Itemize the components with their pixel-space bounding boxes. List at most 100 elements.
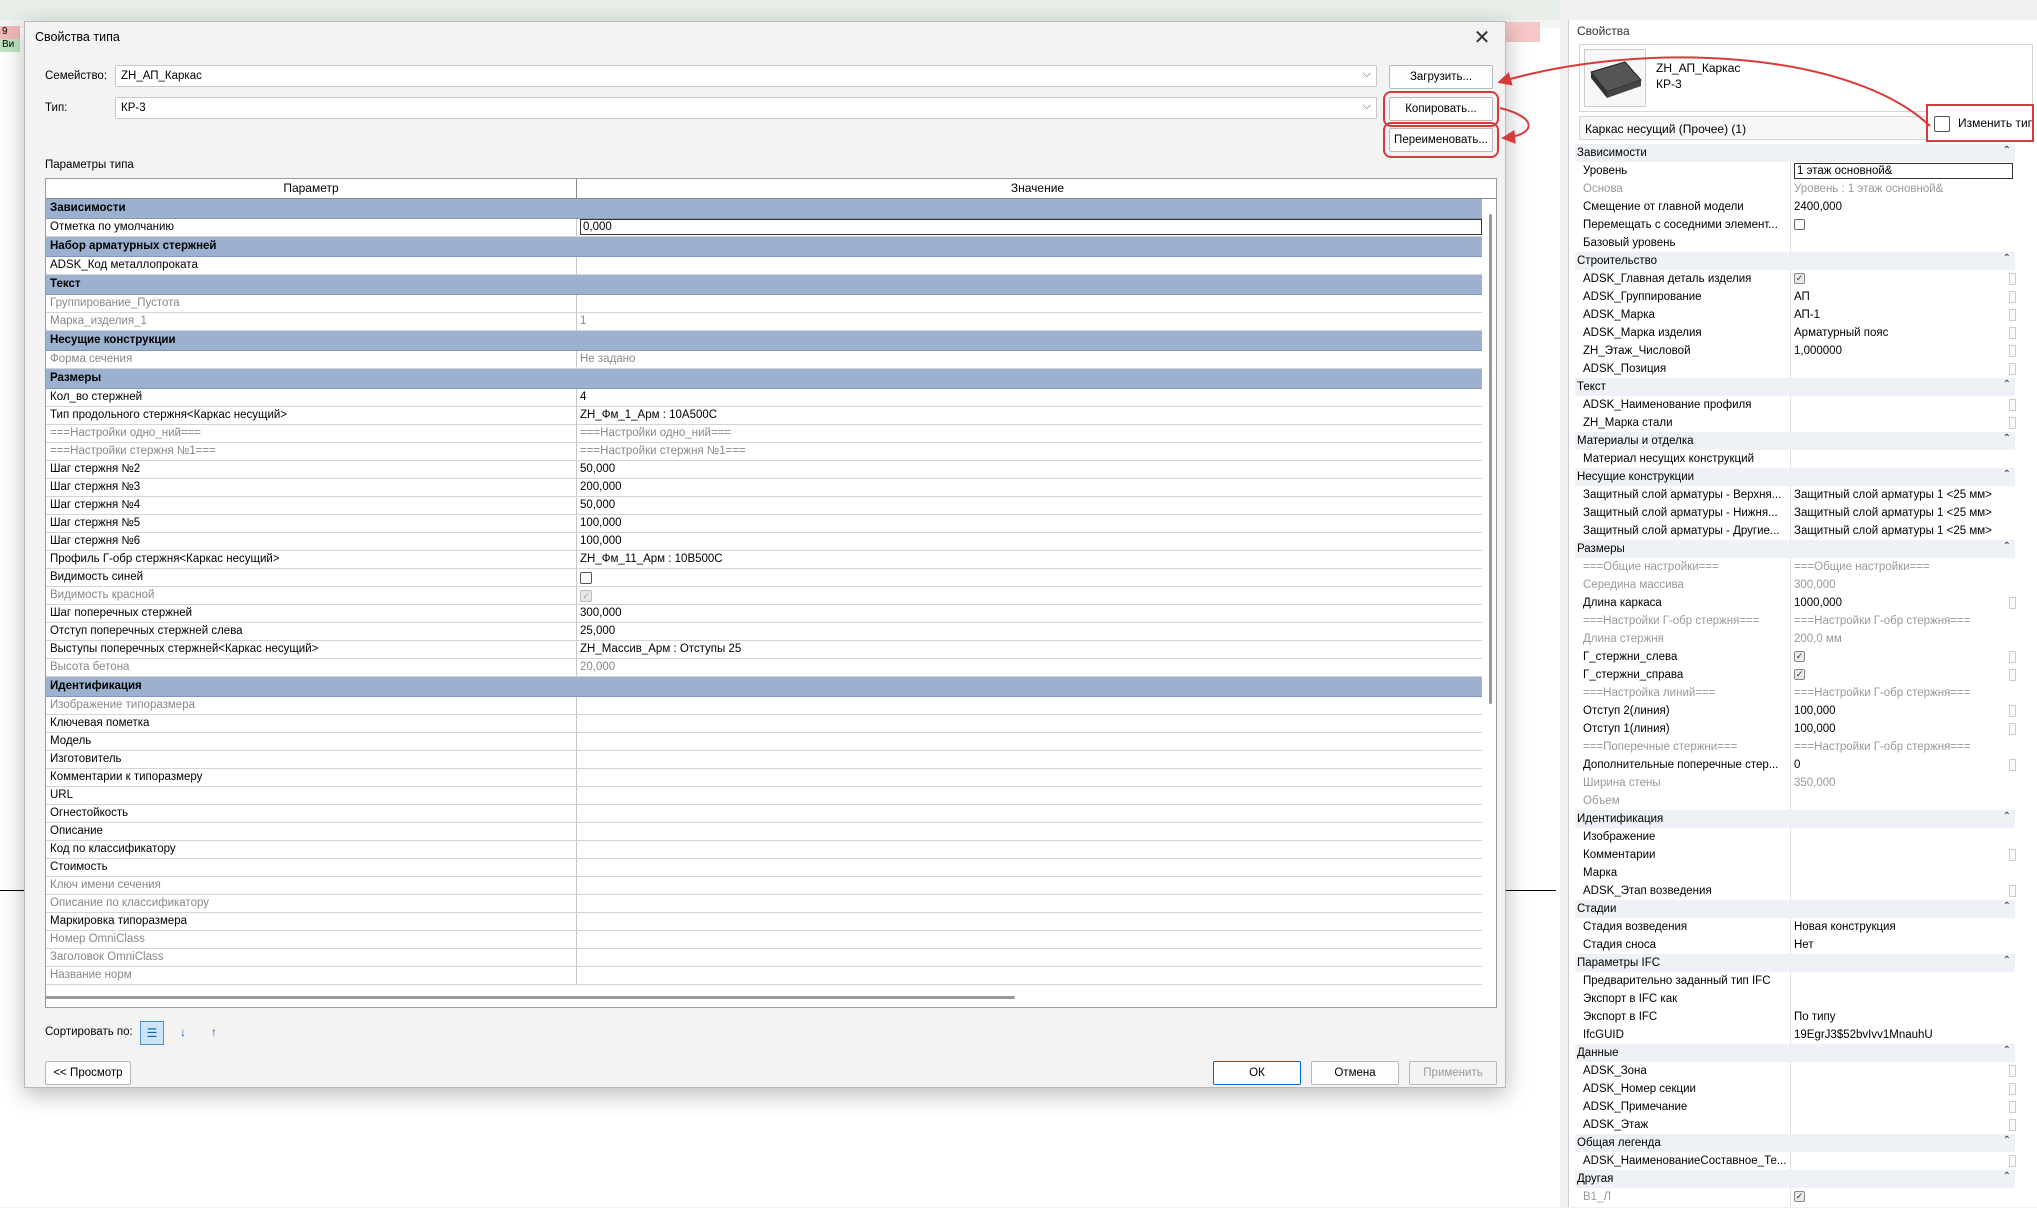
- property-row[interactable]: ADSK_Группирование АП: [1575, 288, 2016, 306]
- property-value[interactable]: 100,000: [1791, 702, 2015, 720]
- property-row[interactable]: Объем: [1575, 792, 2015, 810]
- property-row[interactable]: Защитный слой арматуры - Нижня... Защитны…: [1575, 504, 2015, 522]
- parameter-value[interactable]: [577, 931, 1482, 948]
- checkbox[interactable]: [1794, 219, 1805, 231]
- property-value[interactable]: [1791, 414, 2015, 432]
- parameter-value[interactable]: [577, 751, 1482, 768]
- property-row[interactable]: Изображение: [1575, 828, 2015, 846]
- parameter-value[interactable]: 300,000: [577, 605, 1482, 622]
- collapse-icon[interactable]: ⌃: [2003, 433, 2011, 444]
- associate-parameter-icon[interactable]: [2009, 345, 2016, 357]
- property-value[interactable]: 1 этаж основной&: [1791, 162, 2015, 180]
- load-button[interactable]: Загрузить...: [1389, 65, 1493, 89]
- parameter-value[interactable]: [577, 787, 1482, 804]
- grid-row[interactable]: Описание: [46, 823, 1482, 841]
- property-row[interactable]: ZH_Этаж_Числовой 1,000000: [1575, 342, 2016, 360]
- associate-parameter-icon[interactable]: [2009, 1101, 2016, 1113]
- property-row[interactable]: ADSK_Этап возведения: [1575, 882, 2016, 900]
- grid-row[interactable]: Название норм: [46, 967, 1482, 985]
- collapse-icon[interactable]: ⌃: [2003, 541, 2011, 552]
- property-group[interactable]: Размеры ⌃: [1575, 540, 2015, 558]
- parameter-value[interactable]: 4: [577, 389, 1482, 406]
- type-select[interactable]: КР-3 ⌵: [115, 97, 1377, 119]
- property-value[interactable]: [1791, 990, 2015, 1008]
- associate-parameter-icon[interactable]: [2009, 651, 2016, 663]
- grid-row[interactable]: URL: [46, 787, 1482, 805]
- parameter-value[interactable]: [577, 257, 1482, 274]
- property-value[interactable]: 2400,000: [1791, 198, 2015, 216]
- grid-row[interactable]: Изготовитель: [46, 751, 1482, 769]
- property-row[interactable]: Г_стержни_справа ✓: [1575, 666, 2016, 684]
- property-group[interactable]: Материалы и отделка ⌃: [1575, 432, 2015, 450]
- property-row[interactable]: Материал несущих конструкций: [1575, 450, 2015, 468]
- property-row[interactable]: Уровень 1 этаж основной&: [1575, 162, 2015, 180]
- property-row[interactable]: ===Поперечные стержни=== ===Настройки Г-о…: [1575, 738, 2015, 756]
- horizontal-scrollbar[interactable]: [45, 996, 1015, 999]
- property-row[interactable]: Дополнительные поперечные стер... 0: [1575, 756, 2016, 774]
- grid-row[interactable]: Тип продольного стержня<Каркас несущий> Z…: [46, 407, 1482, 425]
- parameter-value[interactable]: 100,000: [577, 515, 1482, 532]
- associate-parameter-icon[interactable]: [2009, 363, 2016, 375]
- grid-row[interactable]: ===Настройки одно_ний=== ===Настройки одн…: [46, 425, 1482, 443]
- property-row[interactable]: ADSK_Примечание: [1575, 1098, 2016, 1116]
- property-value[interactable]: [1791, 450, 2015, 468]
- column-header-value[interactable]: Значение: [577, 179, 1496, 199]
- property-value[interactable]: [1791, 828, 2015, 846]
- grid-row[interactable]: Выступы поперечных стержней<Каркас несущ…: [46, 641, 1482, 659]
- cancel-button[interactable]: Отмена: [1311, 1061, 1399, 1085]
- property-row[interactable]: Стадия возведения Новая конструкция: [1575, 918, 2015, 936]
- property-value[interactable]: [1791, 1080, 2015, 1098]
- property-row[interactable]: ===Общие настройки=== ===Общие настройки=…: [1575, 558, 2015, 576]
- checkbox[interactable]: ✓: [1794, 273, 1805, 285]
- family-select[interactable]: ZH_АП_Каркас ⌵: [115, 65, 1377, 87]
- grid-group-row[interactable]: Идентификация: [46, 677, 1482, 697]
- parameter-value[interactable]: ===Настройки стержня №1===: [577, 443, 1482, 460]
- parameter-value[interactable]: 0,000: [577, 219, 1482, 236]
- property-value[interactable]: [1791, 234, 2015, 252]
- grid-row[interactable]: Шаг стержня №5 100,000: [46, 515, 1482, 533]
- property-value[interactable]: [1791, 1116, 2015, 1134]
- checkbox[interactable]: ✓: [580, 589, 592, 602]
- property-row[interactable]: ADSK_Главная деталь изделия ✓: [1575, 270, 2016, 288]
- sort-descending-icon[interactable]: ↑: [202, 1021, 226, 1045]
- associate-parameter-icon[interactable]: [2009, 291, 2016, 303]
- checkbox[interactable]: ✓: [1794, 669, 1805, 681]
- property-value[interactable]: 0: [1791, 756, 2015, 774]
- associate-parameter-icon[interactable]: [2009, 759, 2016, 771]
- type-selector[interactable]: ZH_АП_Каркас КР-3: [1579, 44, 2033, 112]
- parameter-value[interactable]: 25,000: [577, 623, 1482, 640]
- parameter-value[interactable]: 1: [577, 313, 1482, 330]
- property-row[interactable]: Г_стержни_слева ✓: [1575, 648, 2016, 666]
- property-value[interactable]: [1791, 360, 2015, 378]
- associate-parameter-icon[interactable]: [2009, 1065, 2016, 1077]
- grid-row[interactable]: Код по классификатору: [46, 841, 1482, 859]
- preview-button[interactable]: << Просмотр: [45, 1061, 131, 1085]
- property-row[interactable]: ===Настройки Г-обр стержня=== ===Настройк…: [1575, 612, 2015, 630]
- property-row[interactable]: Смещение от главной модели 2400,000: [1575, 198, 2015, 216]
- view-tag[interactable]: 9 Ви: [0, 26, 20, 56]
- property-group[interactable]: Данные ⌃: [1575, 1044, 2015, 1062]
- collapse-icon[interactable]: ⌃: [2003, 955, 2011, 966]
- property-row[interactable]: Комментарии: [1575, 846, 2016, 864]
- parameter-value[interactable]: ZH_Фм_11_Арм : 10В500С: [577, 551, 1482, 568]
- property-value[interactable]: ✓: [1791, 666, 2015, 684]
- parameter-value[interactable]: ===Настройки одно_ний===: [577, 425, 1482, 442]
- property-value[interactable]: [1791, 1098, 2015, 1116]
- close-icon[interactable]: ✕: [1467, 25, 1497, 53]
- property-value[interactable]: 300,000: [1791, 576, 2015, 594]
- property-group[interactable]: Другая ⌃: [1575, 1170, 2015, 1188]
- property-value[interactable]: 200,0 мм: [1791, 630, 2015, 648]
- grid-row[interactable]: Видимость красной ✓: [46, 587, 1482, 605]
- property-row[interactable]: ADSK_Зона: [1575, 1062, 2016, 1080]
- value-input[interactable]: 0,000: [580, 219, 1482, 235]
- associate-parameter-icon[interactable]: [2009, 723, 2016, 735]
- property-value[interactable]: 100,000: [1791, 720, 2015, 738]
- grid-row[interactable]: ===Настройки стержня №1=== ===Настройки с…: [46, 443, 1482, 461]
- grid-row[interactable]: Изображение типоразмера: [46, 697, 1482, 715]
- parameter-value[interactable]: [577, 841, 1482, 858]
- grid-row[interactable]: Профиль Г-обр стержня<Каркас несущий> ZH_…: [46, 551, 1482, 569]
- parameter-value[interactable]: [577, 769, 1482, 786]
- property-value[interactable]: ===Настройки Г-обр стержня===: [1791, 684, 2015, 702]
- grid-row[interactable]: Кол_во стержней 4: [46, 389, 1482, 407]
- grid-row[interactable]: Заголовок OmniClass: [46, 949, 1482, 967]
